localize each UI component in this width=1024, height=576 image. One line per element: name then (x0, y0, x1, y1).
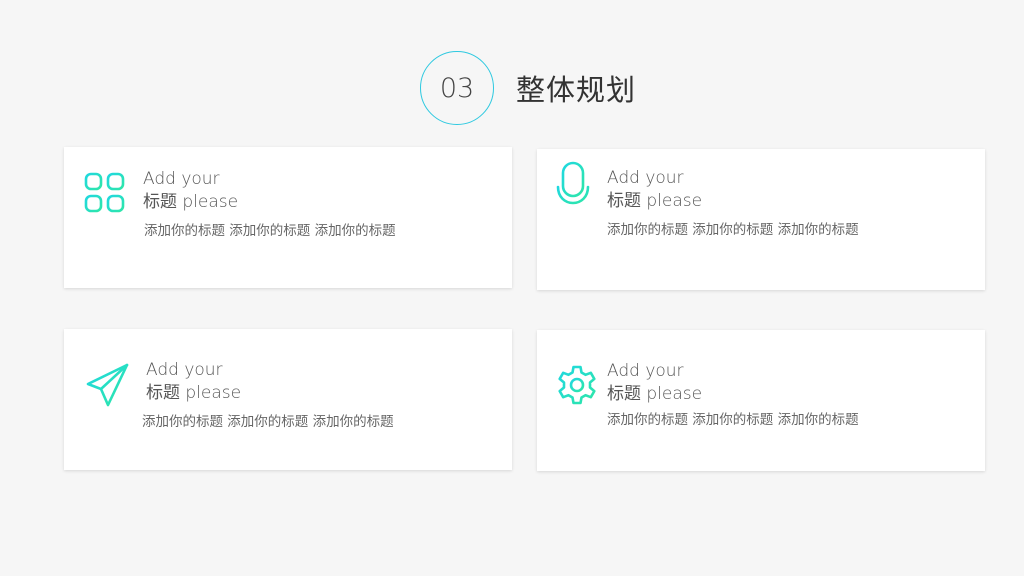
card-description: 添加你的标题 添加你的标题 添加你的标题 (142, 414, 394, 430)
card-title-line1: Add your (607, 168, 684, 188)
feature-card-3: Add your 标题 please 添加你的标题 添加你的标题 添加你的标题 (64, 329, 512, 470)
paper-plane-icon (86, 363, 130, 407)
section-header: 03 整体规划 (420, 49, 636, 127)
card-title: Add your 标题 please (607, 167, 702, 213)
card-title: Add your 标题 please (143, 168, 238, 214)
card-title-line2: 标题 please (143, 192, 239, 212)
section-number-badge: 03 (420, 51, 494, 125)
card-description: 添加你的标题 添加你的标题 添加你的标题 (607, 222, 859, 238)
feature-card-4: Add your 标题 please 添加你的标题 添加你的标题 添加你的标题 (537, 330, 985, 471)
card-title-line2: 标题 please (607, 384, 703, 404)
card-title-line2: 标题 please (607, 191, 703, 211)
card-title: Add your 标题 please (146, 359, 241, 405)
gear-icon (557, 365, 597, 405)
feature-card-2: Add your 标题 please 添加你的标题 添加你的标题 添加你的标题 (537, 149, 985, 290)
page-title: 整体规划 (516, 73, 637, 107)
card-title-line1: Add your (146, 360, 223, 380)
apps-grid-icon (84, 169, 128, 219)
card-title-line1: Add your (607, 361, 684, 381)
feature-card-1: Add your 标题 please 添加你的标题 添加你的标题 添加你的标题 (64, 147, 512, 288)
card-description: 添加你的标题 添加你的标题 添加你的标题 (144, 223, 396, 239)
card-title-line1: Add your (143, 169, 220, 189)
section-number: 03 (439, 72, 475, 104)
card-title: Add your 标题 please (607, 360, 702, 406)
card-title-line2: 标题 please (146, 383, 242, 403)
card-description: 添加你的标题 添加你的标题 添加你的标题 (607, 412, 859, 428)
microphone-icon (555, 161, 591, 213)
